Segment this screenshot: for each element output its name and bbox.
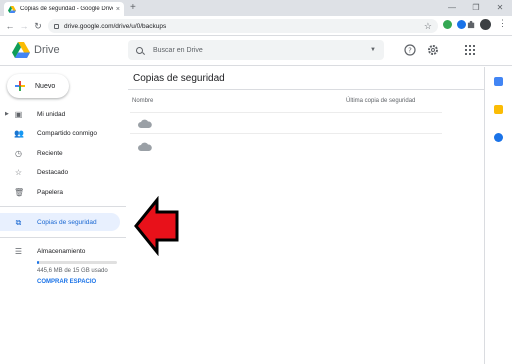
sidebar: Nuevo ▶ ▣ Mi unidad 👥 Compartido conmigo… (0, 67, 128, 364)
my-drive-icon: ▣ (14, 109, 23, 119)
sidebar-item-my-drive[interactable]: ▣ Mi unidad (0, 105, 120, 123)
window-controls: — ❐ ✕ (440, 0, 512, 16)
sidebar-item-recent[interactable]: ◷ Reciente (0, 144, 120, 162)
sidebar-item-shared[interactable]: 👥 Compartido conmigo (0, 124, 120, 142)
bookmark-star-icon[interactable]: ☆ (424, 21, 432, 32)
sidebar-item-storage[interactable]: ☰ Almacenamiento (0, 242, 120, 260)
url-text: drive.google.com/drive/u/0/backups (64, 22, 167, 30)
clock-icon: ◷ (15, 148, 22, 158)
sidebar-item-backups[interactable]: ⧉ Copias de seguridad (0, 213, 120, 231)
shared-icon: 👥 (14, 128, 24, 138)
address-bar[interactable]: drive.google.com/drive/u/0/backups ☆ (48, 19, 438, 33)
sidebar-item-label: Almacenamiento (37, 247, 86, 255)
buy-storage-link[interactable]: COMPRAR ESPACIO (37, 279, 96, 285)
keep-icon[interactable] (494, 105, 503, 114)
extension-check-icon[interactable] (443, 20, 452, 29)
backup-icon: ⧉ (15, 217, 22, 227)
search-placeholder: Buscar en Drive (153, 46, 203, 54)
search-input[interactable]: Buscar en Drive ▼ (128, 40, 384, 60)
page-title: Copias de seguridad (133, 73, 225, 84)
sidebar-item-label: Mi unidad (37, 110, 66, 118)
storage-quota-bar (37, 261, 117, 264)
extensions-puzzle-icon[interactable] (467, 20, 476, 29)
star-icon: ☆ (14, 167, 23, 177)
maximize-button[interactable]: ❐ (464, 0, 488, 16)
drive-favicon-icon (8, 5, 16, 13)
help-icon[interactable]: ? (404, 44, 416, 56)
sidebar-item-trash[interactable]: 🗑 Papelera (0, 183, 120, 201)
reload-icon[interactable]: ↻ (32, 19, 44, 33)
browser-profile-avatar[interactable] (480, 19, 491, 30)
cloud-icon (138, 119, 152, 128)
sidebar-item-starred[interactable]: ☆ Destacado (0, 163, 120, 181)
extension-blue-icon[interactable] (457, 20, 466, 29)
new-tab-button[interactable]: + (130, 2, 136, 14)
forward-arrow-icon[interactable]: → (18, 19, 30, 33)
table-row[interactable] (130, 135, 442, 157)
trash-icon: 🗑 (14, 187, 25, 197)
drive-brand[interactable]: Drive (34, 44, 60, 56)
red-arrow-annotation (134, 196, 179, 256)
table-row[interactable] (130, 112, 442, 134)
plus-icon (15, 81, 25, 91)
sidebar-item-label: Compartido conmigo (37, 129, 97, 137)
new-button-label: Nuevo (35, 82, 56, 90)
sidebar-item-label: Papelera (37, 188, 64, 196)
new-button[interactable]: Nuevo (7, 74, 69, 98)
side-panel (484, 67, 512, 364)
column-header-name[interactable]: Nombre (132, 98, 153, 104)
tasks-icon[interactable] (494, 133, 503, 142)
minimize-button[interactable]: — (440, 0, 464, 16)
sidebar-item-label: Copias de seguridad (37, 218, 97, 226)
storage-quota-fill (37, 261, 40, 264)
apps-grid-icon[interactable] (464, 44, 476, 56)
svg-text:?: ? (408, 47, 412, 55)
sidebar-item-label: Destacado (37, 168, 69, 176)
lock-icon (54, 23, 59, 29)
back-arrow-icon[interactable]: ← (4, 19, 16, 33)
close-window-button[interactable]: ✕ (488, 0, 512, 16)
browser-tab-strip: Copias de seguridad - Google Drive × + —… (0, 0, 512, 16)
browser-toolbar: ← → ↻ drive.google.com/drive/u/0/backups… (0, 16, 512, 36)
search-options-icon[interactable]: ▼ (370, 47, 376, 53)
calendar-icon[interactable] (494, 77, 503, 86)
drive-logo-icon[interactable] (12, 42, 30, 58)
main-content: Copias de seguridad Nombre Última copia … (128, 67, 484, 364)
close-tab-icon[interactable]: × (116, 6, 120, 13)
column-header-last-backup[interactable]: Última copia de seguridad (346, 98, 415, 104)
drive-header: Drive Buscar en Drive ▼ ? (0, 36, 512, 66)
sidebar-item-label: Reciente (37, 149, 63, 157)
sidebar-divider (0, 206, 126, 207)
storage-used-text: 445,6 MB de 15 GB usado (37, 268, 108, 274)
browser-tab[interactable]: Copias de seguridad - Google Drive × (4, 2, 124, 16)
settings-gear-icon[interactable] (427, 44, 439, 56)
storage-icon: ☰ (14, 246, 23, 256)
tab-title: Copias de seguridad - Google Drive (20, 6, 113, 12)
sidebar-divider (0, 237, 126, 238)
browser-menu-icon[interactable]: ⋮ (498, 18, 507, 29)
cloud-icon (138, 142, 152, 151)
title-divider (128, 89, 484, 90)
search-icon[interactable] (136, 46, 143, 54)
